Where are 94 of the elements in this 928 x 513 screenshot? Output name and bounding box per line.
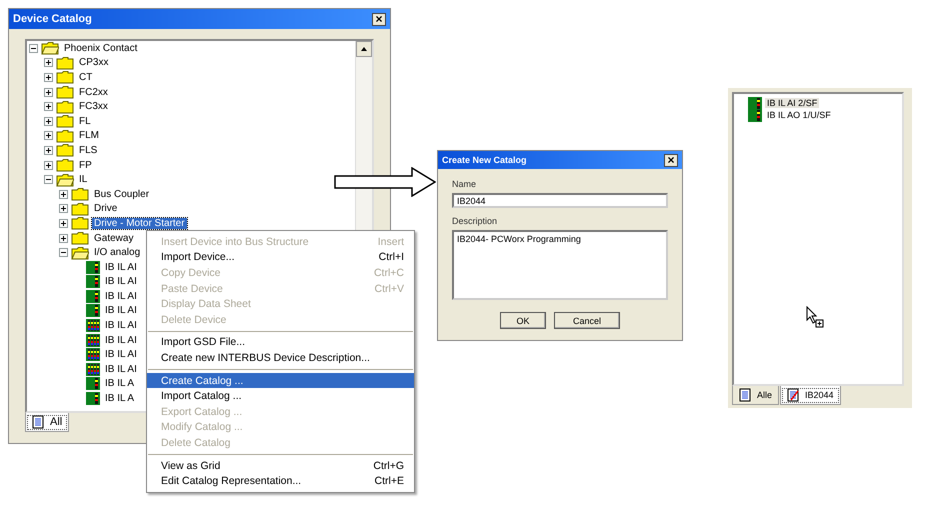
menu-item[interactable]: Edit Catalog Representation... Ctrl+E: [147, 473, 414, 489]
module-icon: [86, 260, 100, 274]
collapse-icon[interactable]: [29, 44, 38, 53]
tree-item[interactable]: IB IL A: [103, 378, 136, 390]
tree-item[interactable]: IB IL AI: [103, 364, 139, 375]
module-icon: [86, 319, 100, 332]
tree-item[interactable]: CT: [77, 72, 94, 83]
expand-icon[interactable]: [44, 146, 53, 155]
module-icon: [86, 290, 100, 303]
document-icon: [32, 415, 44, 429]
tree-item[interactable]: IB IL AI 2/SF: [765, 98, 820, 108]
tree-item[interactable]: IB IL AI: [103, 290, 139, 302]
open-folder-icon: [41, 41, 59, 56]
module-icon: [86, 348, 100, 362]
module-icon: [86, 392, 100, 406]
expand-icon[interactable]: [44, 102, 53, 112]
tab[interactable]: IB2044: [780, 386, 841, 405]
expand-icon[interactable]: [44, 160, 53, 170]
folder-icon: [71, 202, 89, 216]
folder-icon: [56, 128, 74, 143]
tree-item[interactable]: IB IL AI: [103, 349, 139, 360]
tree-item[interactable]: IB IL A: [103, 393, 136, 404]
tree-item[interactable]: FLS: [77, 144, 100, 156]
tab[interactable]: All: [25, 413, 70, 432]
expand-icon[interactable]: [44, 88, 53, 97]
folder-icon: [71, 187, 89, 202]
expand-icon[interactable]: [44, 72, 53, 82]
tree-item[interactable]: I/O analog: [92, 247, 142, 258]
folder-icon: [56, 85, 74, 100]
scroll-up-icon[interactable]: [356, 41, 372, 57]
tree-item[interactable]: CP3xx: [77, 57, 110, 68]
expand-icon[interactable]: [44, 58, 53, 68]
tree-item[interactable]: IB IL AI: [103, 334, 139, 346]
tree-item[interactable]: FLM: [77, 130, 101, 142]
description-field[interactable]: IB2044- PCWorx Programming: [452, 230, 668, 300]
tree-item[interactable]: IB IL AI: [103, 305, 139, 316]
field-label: Name: [452, 179, 478, 189]
menu-item[interactable]: Create Catalog ...: [147, 372, 414, 388]
folder-icon: [56, 114, 74, 128]
drag-cursor-icon: [806, 306, 824, 328]
folder-icon: [56, 143, 74, 158]
folder-icon: [56, 158, 74, 172]
document-icon: [739, 388, 751, 402]
menu-item[interactable]: Import Catalog ...: [147, 388, 414, 404]
tree-item[interactable]: Gateway: [92, 232, 136, 244]
expand-icon[interactable]: [44, 131, 53, 140]
dialog-button[interactable]: Cancel: [554, 312, 620, 329]
tree-item[interactable]: FL: [77, 116, 93, 127]
tree-item[interactable]: Bus Coupler: [92, 188, 152, 200]
tree-item[interactable]: IB IL AI: [103, 320, 139, 332]
module-icon: [86, 362, 100, 376]
folder-icon: [56, 56, 74, 70]
tree-item[interactable]: Phoenix Contact: [62, 42, 140, 54]
menu-item[interactable]: Import Device... Ctrl+I: [147, 250, 414, 266]
menu-item[interactable]: View as Grid Ctrl+G: [147, 458, 414, 474]
tab[interactable]: Alle: [732, 386, 780, 405]
open-folder-icon: [56, 172, 74, 187]
name-field[interactable]: IB2044: [452, 193, 668, 208]
folder-icon: [56, 70, 74, 84]
close-button[interactable]: ×: [664, 154, 678, 166]
folder-icon: [56, 100, 74, 114]
tree-item[interactable]: FP: [77, 160, 94, 171]
expand-icon[interactable]: [59, 204, 68, 214]
tree-item[interactable]: FC2xx: [77, 86, 110, 98]
window-title: Device Catalog: [13, 13, 92, 25]
field-label: Description: [452, 216, 498, 226]
module-icon: [86, 334, 100, 347]
expand-icon[interactable]: [59, 190, 68, 199]
collapse-icon[interactable]: [44, 175, 53, 184]
dialog-title: Create New Catalog: [442, 155, 527, 165]
dialog-button[interactable]: OK: [500, 312, 546, 329]
expand-icon[interactable]: [59, 218, 68, 228]
module-icon: [748, 108, 762, 122]
open-folder-icon: [71, 246, 89, 260]
module-icon: [748, 96, 762, 110]
folder-icon: [71, 216, 89, 230]
tree-item[interactable]: IL: [77, 174, 90, 186]
tree-item[interactable]: FC3xx: [77, 101, 110, 112]
tree-item[interactable]: Drive - Motor Starter: [92, 218, 187, 229]
tree-item[interactable]: IB IL AI: [103, 262, 139, 273]
tree-item[interactable]: IB IL AI: [103, 276, 139, 288]
expand-icon[interactable]: [59, 234, 68, 243]
module-icon: [86, 304, 100, 318]
menu-item[interactable]: Import GSD File...: [147, 334, 414, 350]
edited-document-icon: [787, 388, 800, 402]
folder-icon: [71, 231, 89, 246]
module-icon: [86, 275, 100, 288]
collapse-icon[interactable]: [59, 248, 68, 258]
tree-item[interactable]: IB IL AO 1/U/SF: [765, 110, 833, 120]
module-icon: [86, 377, 100, 390]
tree-item[interactable]: Drive: [92, 203, 120, 214]
menu-item[interactable]: Create new INTERBUS Device Description...: [147, 350, 414, 366]
expand-icon[interactable]: [44, 116, 53, 126]
close-button[interactable]: ×: [372, 12, 386, 26]
